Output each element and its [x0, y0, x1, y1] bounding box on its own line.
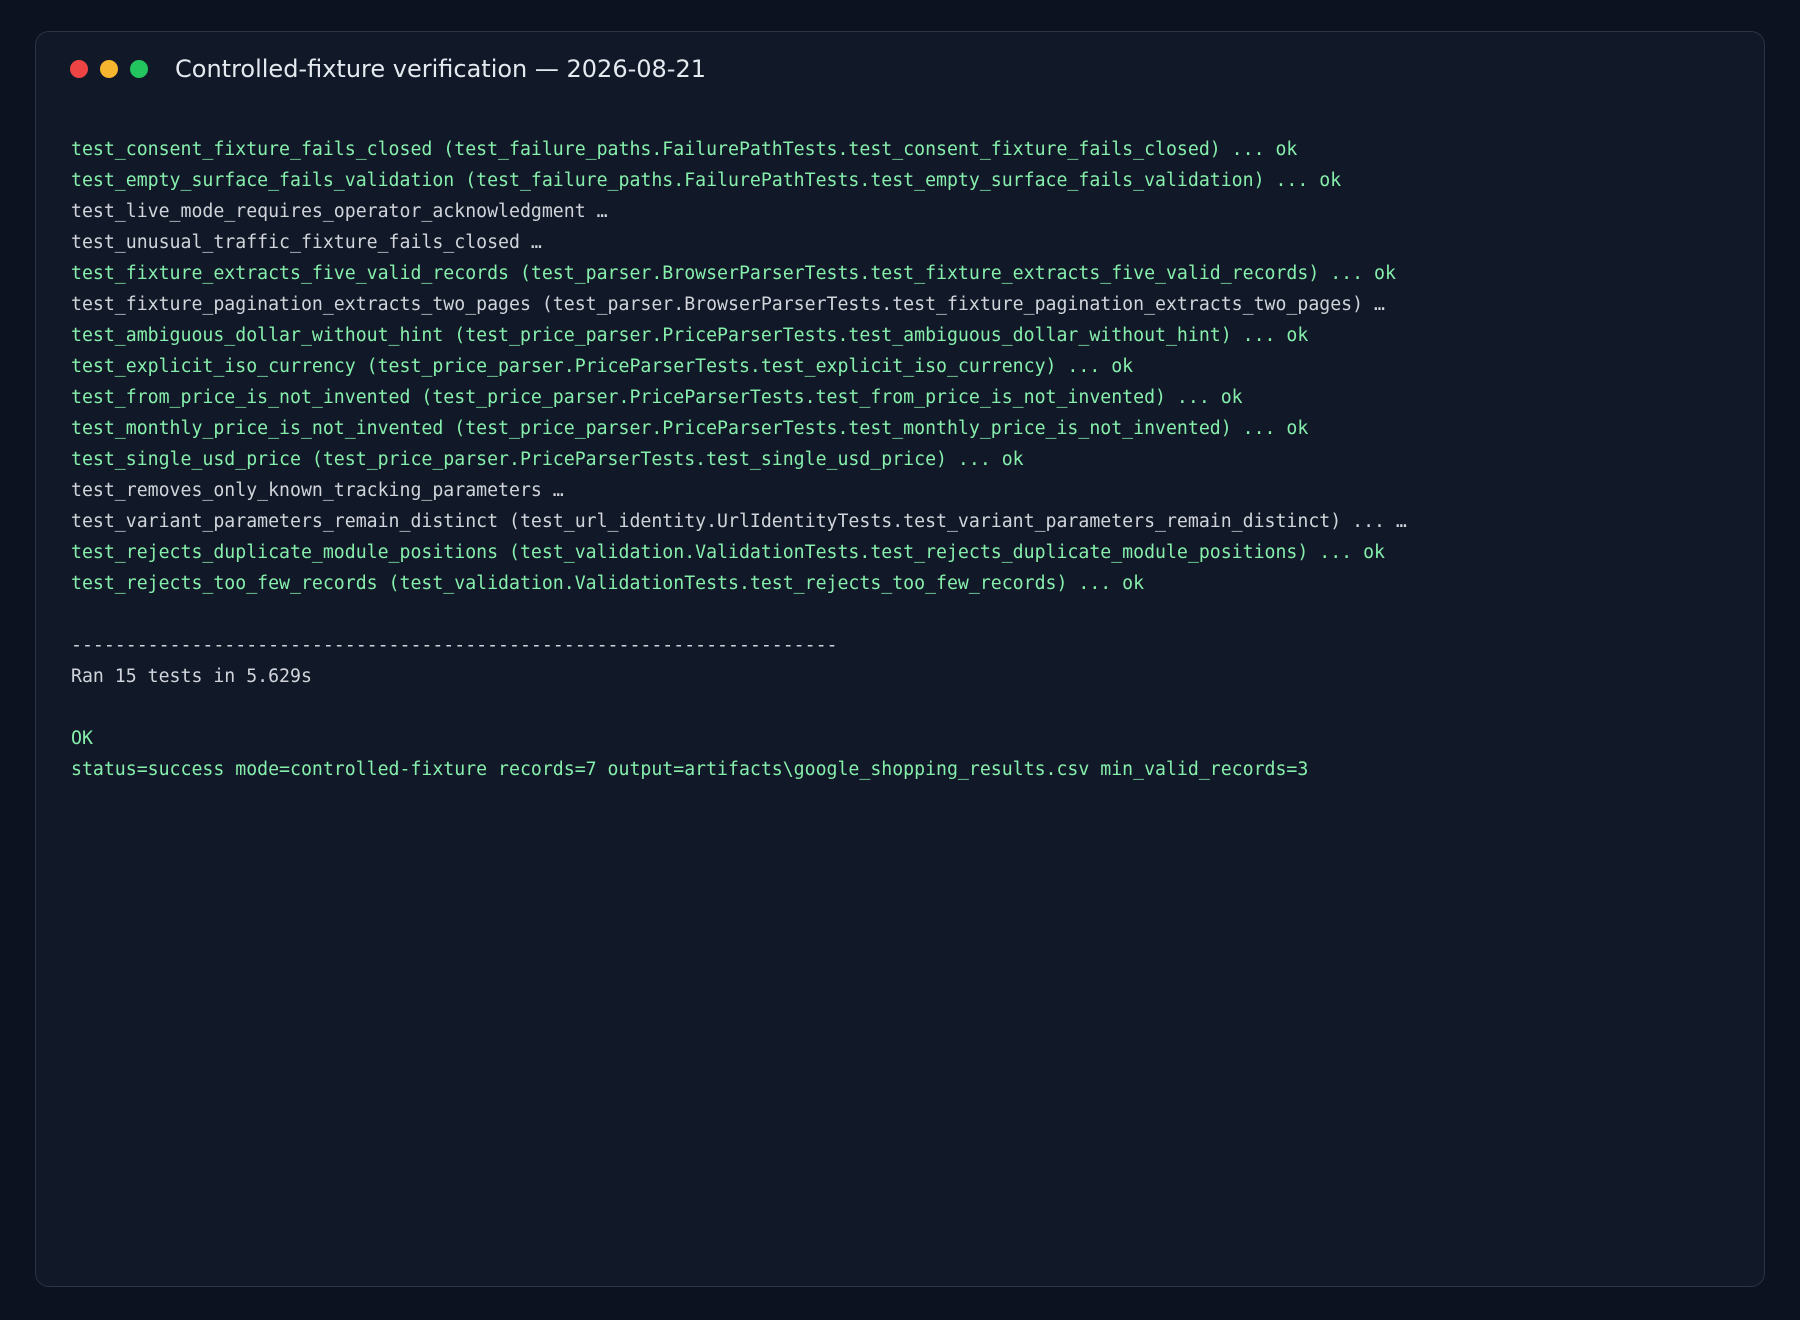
output-line: test_rejects_too_few_records (test_valid… — [71, 573, 1145, 594]
output-line: OK — [71, 728, 93, 749]
output-line: test_fixture_extracts_five_valid_records… — [71, 263, 1396, 284]
window-title: Controlled-fixture verification — 2026-0… — [175, 55, 706, 83]
terminal-window: Controlled-fixture verification — 2026-0… — [35, 31, 1765, 1287]
title-bar: Controlled-fixture verification — 2026-0… — [36, 32, 1764, 110]
maximize-window-button[interactable] — [130, 60, 148, 78]
output-line: test_variant_parameters_remain_distinct … — [71, 511, 1407, 532]
output-line: test_explicit_iso_currency (test_price_p… — [71, 356, 1134, 377]
output-line: test_unusual_traffic_fixture_fails_close… — [71, 232, 542, 253]
terminal-output[interactable]: test_consent_fixture_fails_closed (test_… — [71, 134, 1744, 785]
minimize-window-button[interactable] — [100, 60, 118, 78]
close-window-button[interactable] — [70, 60, 88, 78]
output-line: test_live_mode_requires_operator_acknowl… — [71, 201, 608, 222]
output-line: test_fixture_pagination_extracts_two_pag… — [71, 294, 1385, 315]
output-line: test_from_price_is_not_invented (test_pr… — [71, 387, 1243, 408]
output-line: test_rejects_duplicate_module_positions … — [71, 542, 1385, 563]
output-line: test_empty_surface_fails_validation (tes… — [71, 170, 1342, 191]
output-line: status=success mode=controlled-fixture r… — [71, 759, 1309, 780]
output-line: Ran 15 tests in 5.629s — [71, 666, 312, 687]
output-line: test_monthly_price_is_not_invented (test… — [71, 418, 1309, 439]
output-line: test_ambiguous_dollar_without_hint (test… — [71, 325, 1309, 346]
output-line: test_single_usd_price (test_price_parser… — [71, 449, 1024, 470]
output-line: ----------------------------------------… — [71, 635, 838, 656]
output-line: test_consent_fixture_fails_closed (test_… — [71, 139, 1298, 160]
output-line: test_removes_only_known_tracking_paramet… — [71, 480, 564, 501]
